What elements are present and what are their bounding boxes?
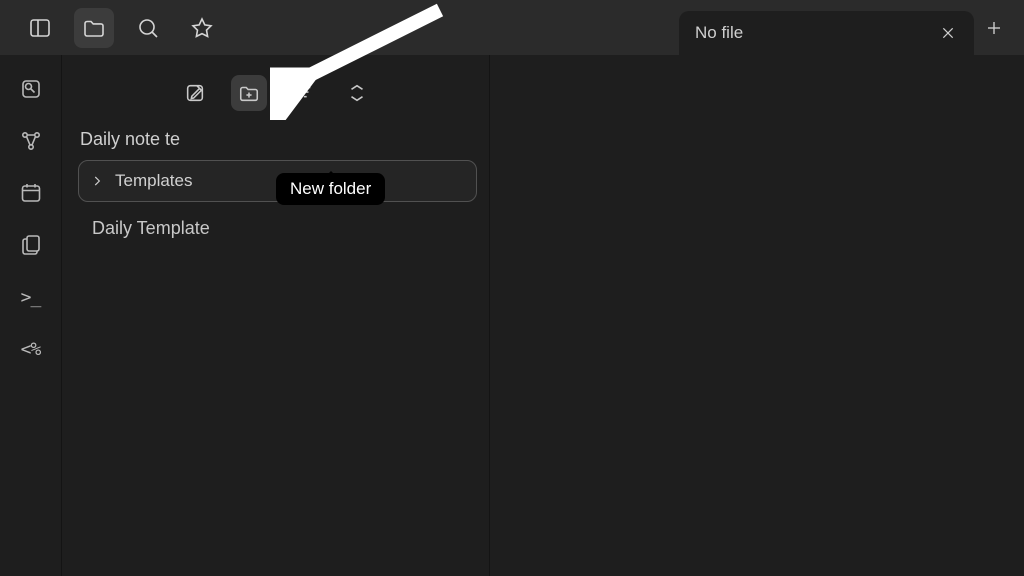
vault-title: Daily note te: [62, 119, 489, 158]
new-tab-button[interactable]: [974, 8, 1014, 48]
close-icon[interactable]: [938, 23, 958, 43]
search-icon[interactable]: [128, 8, 168, 48]
tooltip-new-folder: New folder: [276, 173, 385, 205]
editor-area[interactable]: [490, 55, 1024, 576]
file-daily-template[interactable]: Daily Template: [78, 208, 477, 248]
star-icon[interactable]: [182, 8, 222, 48]
tab-label: No file: [695, 23, 743, 43]
new-folder-icon[interactable]: [231, 75, 267, 111]
files-icon[interactable]: [17, 231, 45, 259]
tab-active[interactable]: No file: [679, 11, 974, 55]
new-note-icon[interactable]: [177, 75, 213, 111]
workspace: >_ <% Daily note te Templates: [0, 55, 1024, 576]
sort-icon[interactable]: [285, 75, 321, 111]
template-icon[interactable]: <%: [17, 335, 45, 363]
ribbon: >_ <%: [0, 55, 62, 576]
command-prompt-icon[interactable]: >_: [17, 283, 45, 311]
collapse-icon[interactable]: [339, 75, 375, 111]
file-explorer-toolbar: [62, 67, 489, 119]
quick-switcher-icon[interactable]: [17, 75, 45, 103]
file-label: Daily Template: [92, 218, 210, 239]
titlebar-left: [0, 0, 222, 55]
folder-label: Templates: [115, 171, 192, 191]
daily-note-icon[interactable]: [17, 179, 45, 207]
sidebar-toggle-icon[interactable]: [20, 8, 60, 48]
tab-strip: No file: [679, 0, 1024, 55]
file-explorer: Daily note te Templates Daily Template N…: [62, 55, 490, 576]
graph-view-icon[interactable]: [17, 127, 45, 155]
chevron-right-icon: [89, 173, 105, 189]
titlebar: No file: [0, 0, 1024, 55]
folder-icon[interactable]: [74, 8, 114, 48]
